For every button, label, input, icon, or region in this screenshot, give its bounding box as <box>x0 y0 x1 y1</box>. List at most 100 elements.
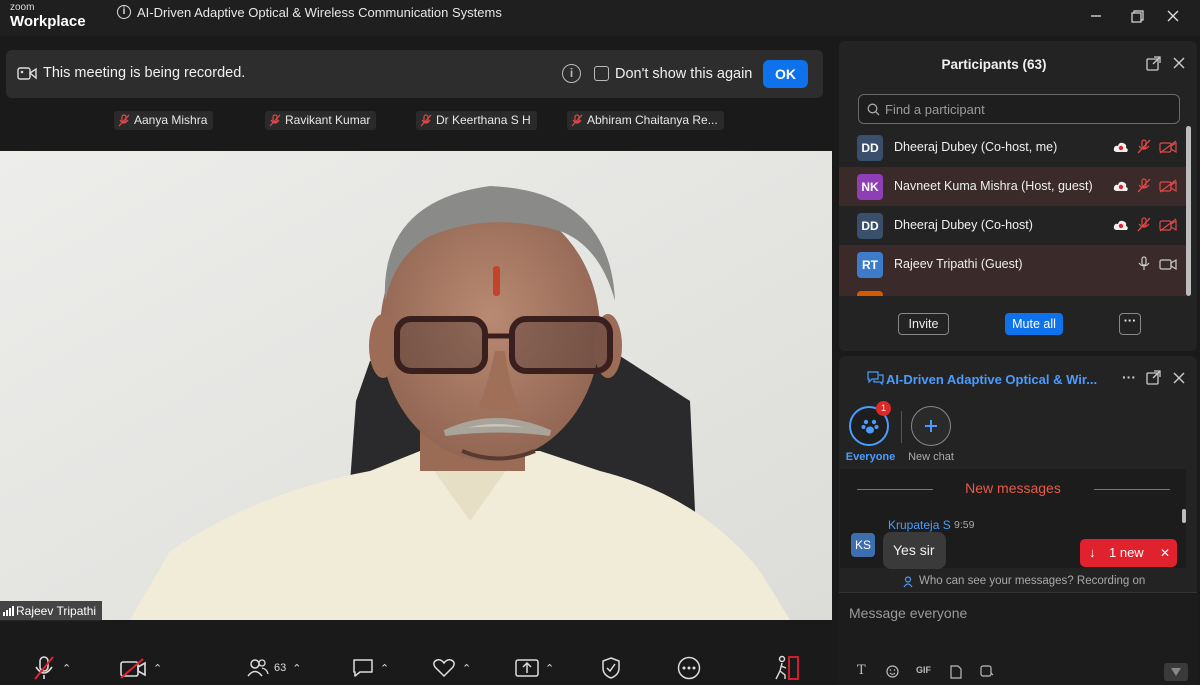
video-off-icon <box>1159 178 1177 193</box>
muted-mic-icon <box>420 114 432 127</box>
participant-row[interactable]: DD Dheeraj Dubey (Co-host, me) <box>839 128 1187 167</box>
chat-panel: AI-Driven Adaptive Optical & Wir... ··· … <box>839 356 1197 685</box>
person-lock-icon <box>903 576 913 588</box>
participant-row-partial[interactable] <box>839 284 1187 296</box>
message-bubble[interactable]: Yes sir <box>883 532 946 569</box>
participant-row[interactable]: RT Rajeev Tripathi (Guest) <box>839 245 1187 284</box>
new-count-label: 1 new <box>1109 545 1144 560</box>
speaker-name: Rajeev Tripathi <box>16 604 97 618</box>
paw-icon <box>861 419 879 434</box>
popout-icon[interactable] <box>1146 56 1161 71</box>
gallery-name: Abhiram Chaitanya Re... <box>587 113 718 127</box>
muted-mic-icon <box>1137 139 1151 154</box>
share-options-caret[interactable]: ⌃ <box>545 662 554 675</box>
unread-badge: 1 <box>876 401 891 416</box>
muted-mic-icon <box>269 114 281 127</box>
recording-camera-icon <box>17 67 37 80</box>
participant-name: Dheeraj Dubey (Co-host) <box>894 218 1033 232</box>
new-chat-button[interactable] <box>911 406 951 446</box>
gif-icon[interactable]: GIF <box>916 665 931 675</box>
message-sender[interactable]: Krupateja S <box>888 518 951 532</box>
gallery-tile-name[interactable]: Aanya Mishra <box>114 111 214 130</box>
chat-title[interactable]: AI-Driven Adaptive Optical & Wir... <box>886 372 1097 387</box>
minimize-button[interactable] <box>1083 4 1109 28</box>
screenshot-icon[interactable] <box>980 664 994 678</box>
dont-show-checkbox[interactable] <box>594 66 609 81</box>
search-placeholder: Find a participant <box>885 102 985 117</box>
participant-row[interactable]: DD Dheeraj Dubey (Co-host) <box>839 206 1187 245</box>
cloud-record-icon <box>1113 220 1128 230</box>
muted-mic-icon <box>118 114 130 127</box>
restore-button[interactable] <box>1124 4 1150 28</box>
avatar: NK <box>857 174 883 200</box>
participant-name: Rajeev Tripathi (Guest) <box>894 257 1023 271</box>
chat-messages: New messages Krupateja S 9:59 KS Yes sir… <box>840 469 1186 569</box>
participant-row[interactable]: NK Navneet Kuma Mishra (Host, guest) <box>839 167 1187 206</box>
audio-options-caret[interactable]: ⌃ <box>62 662 71 675</box>
chat-scrollbar[interactable] <box>1182 469 1186 568</box>
everyone-label: Everyone <box>845 451 896 463</box>
message-input[interactable]: Message everyone T GIF <box>839 592 1197 685</box>
participants-options-caret[interactable]: ⌃ <box>292 662 301 675</box>
invite-button[interactable]: Invite <box>898 313 949 335</box>
speaker-video-frame <box>0 151 832 620</box>
avatar <box>857 291 883 296</box>
meeting-toolbar: ⌃ ⌃ 63 ⌃ ⌃ ⌃ ⌃ <box>0 649 836 685</box>
who-can-see-link[interactable]: Who can see your messages? Recording on <box>919 575 1145 587</box>
close-icon[interactable] <box>1173 372 1185 384</box>
brand-top: zoom <box>10 2 35 13</box>
title-bar: zoom Workplace i AI-Driven Adaptive Opti… <box>0 0 1200 36</box>
more-options-button[interactable]: ··· <box>1119 313 1141 335</box>
speaker-video[interactable] <box>0 151 832 620</box>
gallery-tile-name[interactable]: Dr Keerthana S H <box>416 111 537 130</box>
gallery-tile-name[interactable]: Ravikant Kumar <box>265 111 377 130</box>
ok-button[interactable]: OK <box>763 60 808 88</box>
share-screen-icon <box>515 659 539 677</box>
share-button[interactable]: ⌃ <box>515 655 554 681</box>
video-options-caret[interactable]: ⌃ <box>153 662 162 675</box>
dont-show-label[interactable]: Don't show this again <box>615 66 752 82</box>
file-icon[interactable] <box>950 665 962 679</box>
brand-bottom: Workplace <box>10 13 86 30</box>
gallery-tile-name[interactable]: Abhiram Chaitanya Re... <box>567 111 724 130</box>
format-text-icon[interactable]: T <box>857 663 866 678</box>
meeting-info-icon[interactable]: i <box>117 5 131 19</box>
recording-info-icon[interactable]: i <box>562 64 581 83</box>
participant-search-input[interactable]: Find a participant <box>858 94 1180 124</box>
start-video-button[interactable]: ⌃ <box>119 655 162 681</box>
mute-all-button[interactable]: Mute all <box>1005 313 1063 335</box>
dismiss-new-icon[interactable]: ✕ <box>1160 539 1170 567</box>
unmute-button[interactable]: ⌃ <box>32 655 71 681</box>
emoji-icon[interactable] <box>886 665 899 678</box>
video-off-icon <box>1159 217 1177 232</box>
security-button[interactable] <box>601 655 621 681</box>
react-button[interactable]: ⌃ <box>432 655 471 681</box>
participants-button[interactable]: 63 ⌃ <box>247 655 301 681</box>
close-icon <box>1167 10 1179 22</box>
chat-button[interactable]: ⌃ <box>352 655 389 681</box>
divider-line <box>1094 489 1170 490</box>
meeting-title: AI-Driven Adaptive Optical & Wireless Co… <box>137 5 502 20</box>
jump-to-new-button[interactable]: ↓ 1 new ✕ <box>1080 539 1177 567</box>
plus-icon <box>925 420 937 432</box>
participants-title: Participants (63) <box>941 57 1047 72</box>
popout-icon[interactable] <box>1146 370 1161 385</box>
muted-mic-icon <box>1137 178 1151 193</box>
gallery-name: Dr Keerthana S H <box>436 113 531 127</box>
chat-options-caret[interactable]: ⌃ <box>380 662 389 675</box>
chat-more-icon[interactable]: ··· <box>1122 369 1136 385</box>
leave-button[interactable] <box>774 655 800 681</box>
video-off-icon <box>1159 139 1177 154</box>
react-options-caret[interactable]: ⌃ <box>462 662 471 675</box>
cloud-record-icon <box>1113 181 1128 191</box>
close-window-button[interactable] <box>1160 4 1186 28</box>
speaker-name-tag: Rajeev Tripathi <box>0 601 103 621</box>
more-button[interactable] <box>677 655 701 681</box>
send-icon[interactable] <box>1164 663 1188 681</box>
app-logo: zoom Workplace <box>10 2 86 30</box>
more-icon <box>677 656 701 680</box>
participants-scrollbar[interactable] <box>1186 126 1191 296</box>
video-icon <box>1159 258 1177 270</box>
participant-name: Navneet Kuma Mishra (Host, guest) <box>894 179 1093 193</box>
close-icon[interactable] <box>1173 57 1185 69</box>
